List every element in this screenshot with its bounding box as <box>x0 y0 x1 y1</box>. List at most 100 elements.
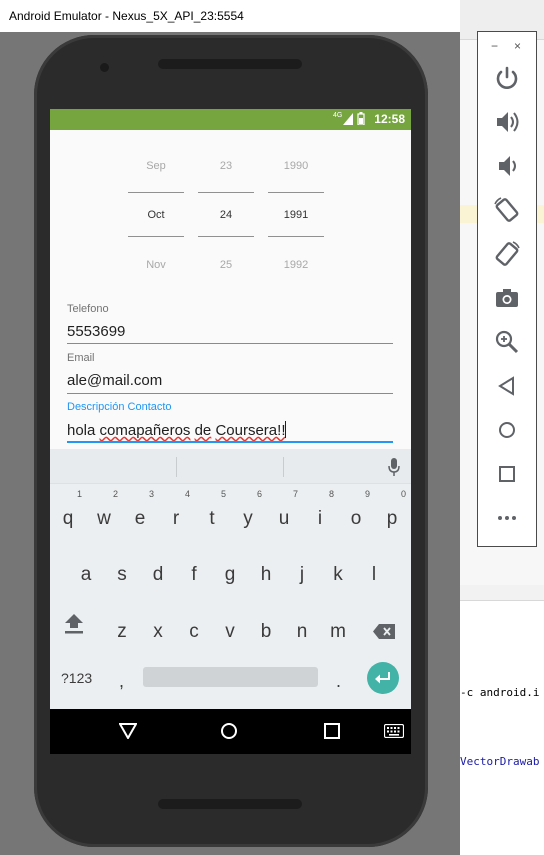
picker-divider <box>128 192 184 193</box>
picker-day-next[interactable]: 25 <box>198 259 254 271</box>
comma-key[interactable]: , <box>119 671 124 692</box>
picker-year-selected[interactable]: 1991 <box>268 209 324 221</box>
key-b[interactable]: b <box>250 606 282 646</box>
panel-close-button[interactable]: × <box>514 39 521 53</box>
phone-label: Telefono <box>67 303 109 315</box>
zoom-icon[interactable] <box>491 326 523 358</box>
key-l[interactable]: l <box>358 549 390 589</box>
enter-key[interactable] <box>367 662 399 694</box>
window-titlebar: Android Emulator - Nexus_5X_API_23:5554 <box>0 0 460 32</box>
key-c[interactable]: c <box>178 606 210 646</box>
picker-day-prev[interactable]: 23 <box>198 160 254 172</box>
key-z[interactable]: z <box>106 606 138 646</box>
spacebar[interactable] <box>143 667 318 687</box>
microphone-icon[interactable] <box>388 458 400 476</box>
key-n[interactable]: n <box>286 606 318 646</box>
key-t[interactable]: 5t <box>196 489 228 533</box>
description-field[interactable]: hola comapañeros de Coursera!! <box>67 421 287 439</box>
volume-down-icon[interactable] <box>491 150 523 182</box>
key-v[interactable]: v <box>214 606 246 646</box>
period-key[interactable]: . <box>336 671 341 692</box>
bottom-speaker <box>158 799 302 809</box>
top-speaker <box>158 59 302 69</box>
ide-code-line: VectorDrawab <box>460 755 540 768</box>
navigation-bar <box>50 709 411 754</box>
description-underline <box>67 441 393 443</box>
emulator-window: Android Emulator - Nexus_5X_API_23:5554 … <box>0 0 460 855</box>
phone-field[interactable]: 5553699 <box>67 323 125 340</box>
description-label: Descripción Contacto <box>67 401 172 413</box>
key-x[interactable]: x <box>142 606 174 646</box>
picker-month-selected[interactable]: Oct <box>128 209 184 221</box>
key-a[interactable]: a <box>70 549 102 589</box>
home-icon[interactable] <box>491 414 523 446</box>
ide-code-line: -c android.i <box>460 686 540 699</box>
shift-icon[interactable] <box>64 613 84 635</box>
description-word-misspelled: de <box>194 422 212 439</box>
device-screen: 4G 12:58 Sep Oct Nov 23 24 25 1990 1991 … <box>50 109 411 754</box>
symbols-key[interactable]: ?123 <box>61 670 92 686</box>
back-icon[interactable] <box>491 370 523 402</box>
suggestion-divider <box>283 457 284 477</box>
clock: 12:58 <box>374 112 405 126</box>
key-w[interactable]: 2w <box>88 489 120 533</box>
picker-divider <box>128 236 184 237</box>
picker-day-selected[interactable]: 24 <box>198 209 254 221</box>
signal-icon <box>343 113 353 125</box>
volume-up-icon[interactable] <box>491 106 523 138</box>
suggestion-divider <box>176 457 177 477</box>
description-word-misspelled: Coursera!! <box>215 422 286 439</box>
key-o[interactable]: 9o <box>340 489 372 533</box>
key-u[interactable]: 7u <box>268 489 300 533</box>
home-icon[interactable] <box>220 722 238 740</box>
key-i[interactable]: 8i <box>304 489 336 533</box>
overview-icon[interactable] <box>491 458 523 490</box>
description-word: hola <box>67 422 96 439</box>
soft-keyboard: 1q 2w 3e 4r 5t 6y 7u 8i 9o 0p a s d f g … <box>50 449 411 709</box>
key-q[interactable]: 1q <box>52 489 84 533</box>
key-p[interactable]: 0p <box>376 489 408 533</box>
status-bar: 4G 12:58 <box>50 109 411 130</box>
key-s[interactable]: s <box>106 549 138 589</box>
rotate-left-icon[interactable] <box>491 194 523 226</box>
email-label: Email <box>67 352 95 364</box>
picker-divider <box>268 192 324 193</box>
camera-icon[interactable] <box>491 282 523 314</box>
email-field[interactable]: ale@mail.com <box>67 372 162 389</box>
phone-underline <box>67 343 393 344</box>
picker-year-next[interactable]: 1992 <box>268 259 324 271</box>
description-word-misspelled: comapañeros <box>99 422 191 439</box>
rotate-right-icon[interactable] <box>491 238 523 270</box>
key-r[interactable]: 4r <box>160 489 192 533</box>
picker-divider <box>268 236 324 237</box>
key-e[interactable]: 3e <box>124 489 156 533</box>
picker-year-prev[interactable]: 1990 <box>268 160 324 172</box>
suggestion-strip[interactable] <box>50 449 411 484</box>
picker-month-next[interactable]: Nov <box>128 259 184 271</box>
more-icon[interactable] <box>491 502 523 534</box>
picker-divider <box>198 192 254 193</box>
key-d[interactable]: d <box>142 549 174 589</box>
panel-minimize-button[interactable]: − <box>491 39 498 53</box>
key-g[interactable]: g <box>214 549 246 589</box>
recents-icon[interactable] <box>324 723 340 739</box>
email-underline <box>67 393 393 394</box>
key-m[interactable]: m <box>322 606 354 646</box>
key-y[interactable]: 6y <box>232 489 264 533</box>
front-camera <box>100 63 109 72</box>
key-k[interactable]: k <box>322 549 354 589</box>
network-indicator: 4G <box>333 112 343 119</box>
keyboard-icon[interactable] <box>384 724 404 738</box>
picker-month-prev[interactable]: Sep <box>128 160 184 172</box>
window-title: Android Emulator - Nexus_5X_API_23:5554 <box>9 9 244 23</box>
key-f[interactable]: f <box>178 549 210 589</box>
text-cursor <box>285 421 287 438</box>
back-icon[interactable] <box>119 723 137 739</box>
picker-divider <box>198 236 254 237</box>
backspace-icon[interactable] <box>373 624 395 639</box>
key-h[interactable]: h <box>250 549 282 589</box>
emulator-control-panel: − × <box>477 31 537 547</box>
key-j[interactable]: j <box>286 549 318 589</box>
power-icon[interactable] <box>491 62 523 94</box>
battery-icon <box>357 112 365 125</box>
